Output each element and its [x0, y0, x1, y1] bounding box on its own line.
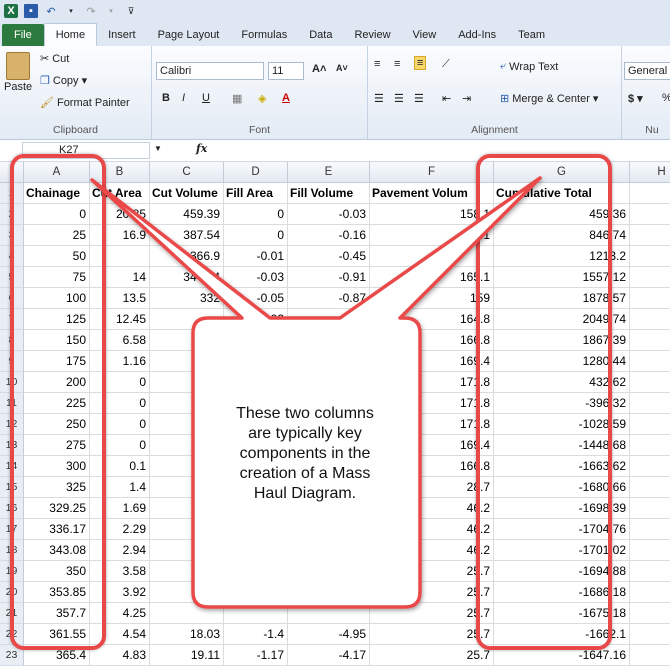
- callout-bubble: [90, 176, 542, 609]
- callout-shape: [90, 176, 542, 609]
- callout-text: These two columns are typically key comp…: [236, 405, 374, 502]
